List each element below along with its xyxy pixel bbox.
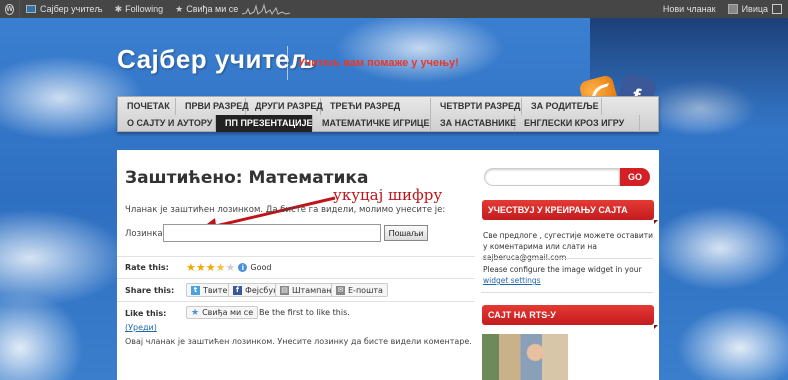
title-divider [287, 46, 288, 80]
star-icon[interactable]: ★ [206, 262, 216, 273]
divider [117, 278, 475, 279]
share-email-label: Е-пошта [348, 285, 383, 295]
protected-comments-note: Овај чланак је заштићен лозинком. Унесит… [125, 337, 472, 346]
star-icon[interactable]: ★ [196, 262, 206, 273]
site-name-label: Сајбер учитељ [40, 4, 103, 14]
main-navigation: ПОЧЕТАК ПРВИ РАЗРЕД ДРУГИ РАЗРЕД ТРЕЋИ Р… [117, 96, 659, 132]
share-email-button[interactable]: ✉ Е-пошта [331, 283, 388, 297]
star-icon: ★ [191, 307, 200, 318]
submit-password-button[interactable]: Пошаљи [384, 225, 428, 241]
nav-item-math-games[interactable]: МАТЕМАТИЧКЕ ИГРИЦЕ [313, 115, 431, 132]
nav-item-fourth-grade[interactable]: ЧЕТВРТИ РАЗРЕД [431, 98, 522, 115]
wordpress-menu[interactable]: W [0, 0, 20, 18]
empty-star-icon[interactable]: ★ [226, 262, 236, 273]
content-area: Заштићено: Математика укуцај шифру Члана… [117, 150, 659, 380]
nav-item-home[interactable]: ПОЧЕТАК [118, 98, 176, 115]
following-icon: ✱ [114, 3, 123, 14]
widget-title-rts: САЈТ НА RTS-У [482, 305, 658, 329]
password-label: Лозинка: [125, 229, 166, 239]
stats-sparkline[interactable] [242, 3, 291, 15]
like-label: Like this: [125, 309, 167, 318]
star-icon: ★ [175, 3, 184, 14]
notifications-icon[interactable] [772, 4, 782, 14]
divider [117, 256, 475, 257]
widget-title-participate: УЧЕСТВУЈ У КРЕИРАЊУ САЈТА [482, 200, 658, 224]
divider [117, 301, 475, 302]
rts-photo[interactable] [482, 334, 568, 380]
nav-row-1: ПОЧЕТАК ПРВИ РАЗРЕД ДРУГИ РАЗРЕД ТРЕЋИ Р… [118, 98, 602, 115]
twitter-icon: t [191, 285, 200, 295]
rate-label: Rate this: [125, 263, 169, 272]
widget-settings-link[interactable]: widget settings [483, 276, 541, 285]
info-icon[interactable]: i [238, 263, 248, 272]
nav-item-presentations[interactable]: ПП ПРЕЗЕНТАЦИЈЕ [216, 115, 313, 132]
nav-item-parents[interactable]: ЗА РОДИТЕЉЕ [522, 98, 602, 115]
site-icon [26, 5, 36, 13]
search-input[interactable] [484, 168, 620, 186]
share-facebook-label: Фејсбук [245, 285, 278, 295]
following-link[interactable]: ✱ Following [109, 0, 170, 18]
rating-widget[interactable]: ★ ★ ★ ★ ★ i Good [186, 262, 271, 273]
rating-text: Good [250, 263, 272, 272]
user-menu[interactable]: Ивица [722, 0, 788, 18]
wordpress-logo-icon: W [5, 3, 14, 15]
half-star-icon[interactable]: ★ [216, 262, 226, 273]
widget-image-config-label: Please configure the image widget in you… [483, 265, 642, 274]
facebook-icon: f [233, 285, 242, 295]
post-title[interactable]: Заштићено: Математика [125, 168, 368, 188]
like-link[interactable]: ★ Свиђа ми се [169, 0, 296, 18]
nav-item-second-grade[interactable]: ДРУГИ РАЗРЕД [246, 98, 323, 115]
protected-note: Чланак је заштићен лозинком. Да бисте га… [125, 205, 446, 215]
email-icon: ✉ [336, 285, 345, 295]
divider [481, 292, 653, 293]
admin-bar: W Сајбер учитељ ✱ Following ★ Свиђа ми с… [0, 0, 788, 18]
sidebar: GO УЧЕСТВУЈ У КРЕИРАЊУ САЈТА Све предлог… [479, 150, 659, 380]
edit-link[interactable]: (Уреди) [125, 323, 157, 332]
like-label: Свиђа ми се [186, 4, 239, 14]
nav-item-first-grade[interactable]: ПРВИ РАЗРЕД [176, 98, 249, 115]
like-text: Be the first to like this. [259, 308, 350, 317]
nav-item-english[interactable]: ЕНГЛЕСКИ КРОЗ ИГРУ [515, 115, 640, 132]
site-name-link[interactable]: Сајбер учитељ [20, 0, 109, 18]
post: Заштићено: Математика укуцај шифру Члана… [117, 150, 475, 380]
nav-item-about[interactable]: О САЈТУ И АУТОРУ [118, 115, 216, 132]
like-button[interactable]: ★ Свиђа ми се [186, 306, 259, 319]
like-button-label: Свиђа ми се [202, 308, 254, 317]
following-label: Following [125, 4, 164, 14]
site-tagline: Учитељ вам помаже у учењу! [298, 57, 459, 69]
widget-image-config-text: Please configure the image widget in you… [483, 264, 655, 286]
nav-row-2: О САЈТУ И АУТОРУ ПП ПРЕЗЕНТАЦИЈЕ МАТЕМАТ… [118, 115, 640, 132]
divider [481, 258, 653, 259]
avatar [727, 4, 738, 14]
share-label: Share this: [125, 286, 175, 295]
password-input[interactable] [163, 224, 381, 242]
new-post-label: Нови чланак [662, 4, 716, 14]
nav-item-teachers[interactable]: ЗА НАСТАВНИКЕ [431, 115, 516, 132]
new-post-link[interactable]: Нови чланак [657, 0, 722, 18]
star-icon[interactable]: ★ [186, 262, 196, 273]
search-go-button[interactable]: GO [620, 168, 650, 186]
nav-item-third-grade[interactable]: ТРЕЋИ РАЗРЕД [321, 98, 431, 115]
user-name: Ивица [741, 4, 768, 14]
print-icon: ▤ [280, 285, 289, 295]
site-title[interactable]: Сајбер учитељ [117, 44, 316, 75]
